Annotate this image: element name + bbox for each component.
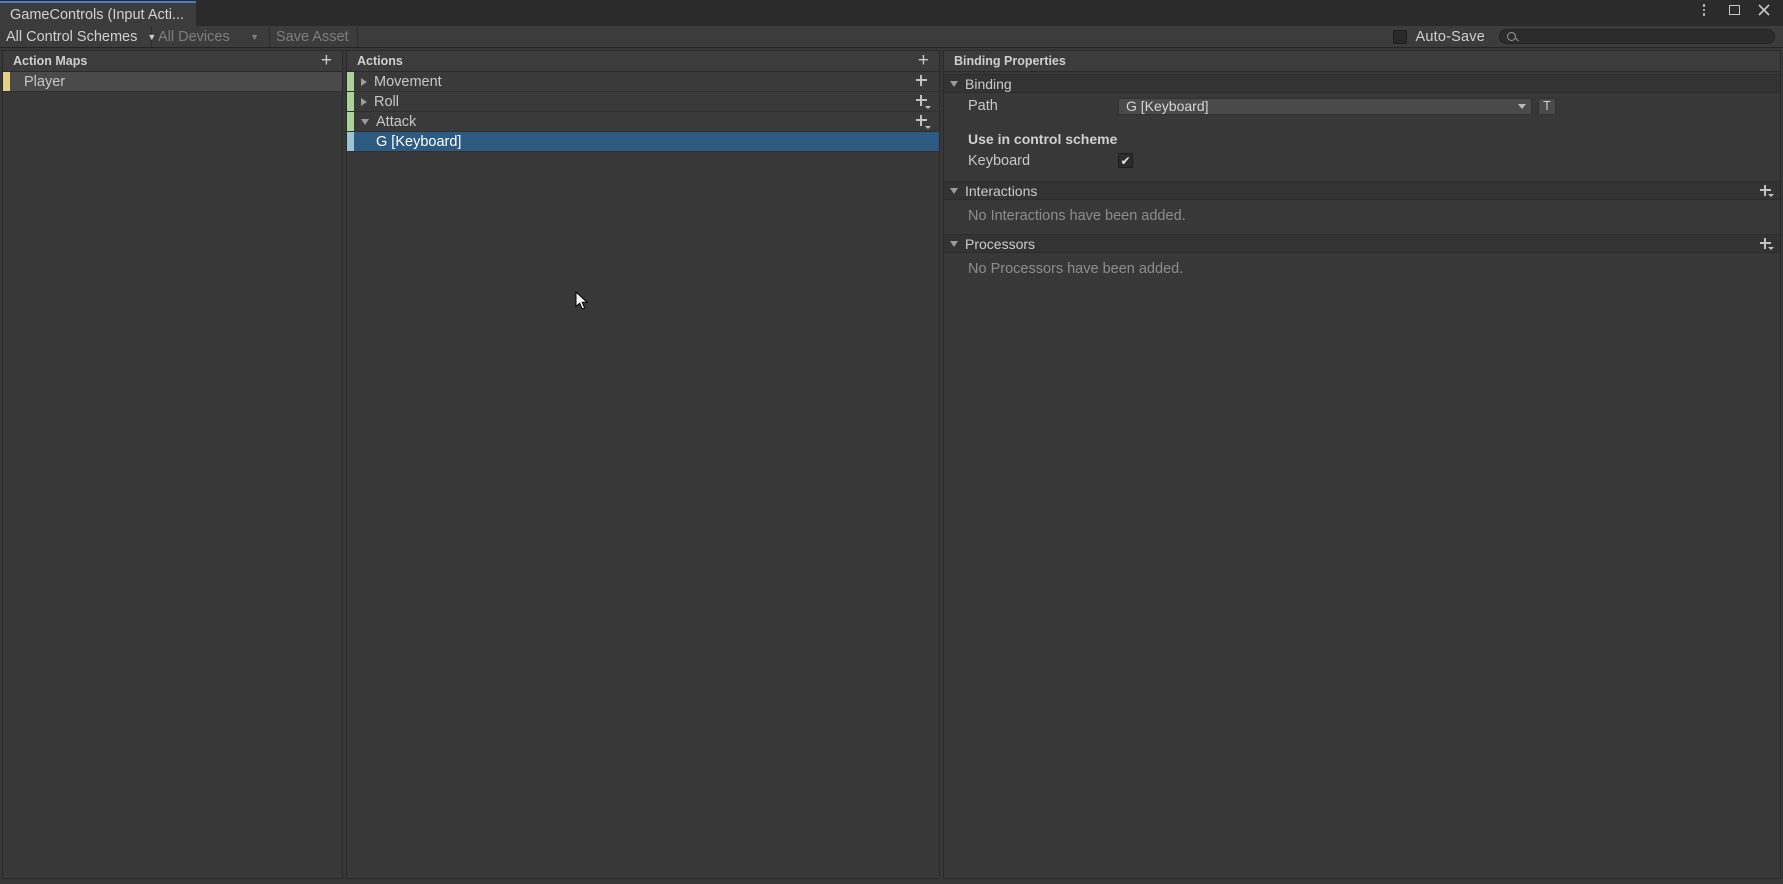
action-accent-bar: [347, 112, 354, 131]
editor-body: Action Maps + Player Actions + Movement …: [0, 48, 1783, 884]
search-field[interactable]: [1499, 29, 1775, 44]
chevron-down-icon[interactable]: [950, 240, 958, 247]
binding-properties-title: Binding Properties: [954, 54, 1066, 68]
action-row-roll[interactable]: Roll: [347, 92, 939, 112]
control-scheme-dropdown[interactable]: All Control Schemes ▼: [0, 26, 156, 47]
actions-header: Actions +: [347, 51, 939, 72]
actions-title: Actions: [357, 54, 403, 68]
tab-gamecontrols[interactable]: GameControls (Input Acti...: [0, 1, 197, 26]
chevron-down-icon[interactable]: [361, 118, 369, 125]
chevron-down-icon[interactable]: [950, 187, 958, 194]
chevron-right-icon[interactable]: [361, 97, 367, 106]
close-icon[interactable]: [1755, 1, 1773, 19]
add-action-button[interactable]: +: [918, 51, 933, 70]
tab-label: GameControls (Input Acti...: [10, 6, 185, 23]
path-dropdown[interactable]: G [Keyboard]: [1118, 97, 1532, 115]
search-icon: [1507, 32, 1516, 41]
add-processor-button[interactable]: [1759, 237, 1774, 251]
chevron-right-icon[interactable]: [361, 77, 367, 86]
chevron-down-icon[interactable]: [950, 80, 958, 87]
action-map-label: Player: [24, 73, 66, 90]
action-row-attack[interactable]: Attack: [347, 112, 939, 132]
action-map-accent-bar: [3, 72, 10, 91]
auto-save-checkbox[interactable]: [1393, 29, 1408, 44]
action-label: Movement: [374, 73, 442, 90]
devices-dropdown[interactable]: All Devices ▼: [152, 26, 270, 47]
actions-panel: Actions + Movement Roll Attack G [Keyboa…: [346, 50, 940, 879]
control-scheme-row-keyboard: Keyboard ✔: [944, 147, 1780, 169]
auto-save-label: Auto-Save: [1415, 28, 1485, 45]
interactions-empty-message: No Interactions have been added.: [968, 208, 1186, 224]
add-interaction-button[interactable]: [1759, 184, 1774, 198]
input-actions-window: GameControls (Input Acti... All Control …: [0, 0, 1783, 884]
action-accent-bar: [347, 72, 354, 91]
section-header-interactions[interactable]: Interactions: [944, 181, 1780, 200]
chevron-down-icon: [1518, 103, 1526, 109]
editor-toolbar: All Control Schemes ▼ All Devices ▼ Save…: [0, 26, 1783, 48]
add-action-map-button[interactable]: +: [321, 51, 336, 70]
path-field-row: Path G [Keyboard] T: [944, 93, 1780, 119]
section-title-processors: Processors: [965, 235, 1036, 252]
path-text-toggle-button[interactable]: T: [1538, 97, 1556, 115]
binding-label: G [Keyboard]: [376, 133, 462, 150]
section-title-binding: Binding: [965, 75, 1012, 92]
save-asset-button[interactable]: Save Asset: [270, 26, 358, 47]
binding-row-g-keyboard[interactable]: G [Keyboard]: [347, 132, 939, 152]
binding-accent-bar: [347, 132, 354, 151]
chevron-down-icon: ▼: [250, 32, 259, 42]
path-value: G [Keyboard]: [1126, 98, 1209, 114]
add-binding-button[interactable]: [915, 114, 932, 130]
action-label: Attack: [376, 113, 417, 130]
use-in-control-scheme-title: Use in control scheme: [968, 131, 1118, 147]
window-tab-bar: GameControls (Input Acti...: [0, 0, 1783, 26]
action-accent-bar: [347, 92, 354, 111]
section-header-binding[interactable]: Binding: [944, 74, 1780, 93]
binding-properties-header: Binding Properties: [944, 51, 1780, 72]
add-binding-button[interactable]: [915, 94, 932, 110]
toolbar-right-group: Auto-Save: [1393, 26, 1783, 47]
section-title-interactions: Interactions: [965, 182, 1038, 199]
processors-empty-message: No Processors have been added.: [968, 261, 1184, 277]
devices-label: All Devices: [158, 28, 230, 45]
binding-properties-panel: Binding Properties Binding Path G [Keybo…: [943, 50, 1781, 879]
control-scheme-label: All Control Schemes: [6, 28, 138, 45]
chevron-down-icon: ▼: [147, 32, 157, 42]
kebab-menu-icon[interactable]: [1695, 1, 1713, 19]
control-scheme-name: Keyboard: [968, 152, 1031, 169]
action-maps-title: Action Maps: [13, 54, 88, 68]
action-map-row-player[interactable]: Player: [3, 72, 342, 92]
window-controls: [1695, 0, 1783, 26]
maximize-icon[interactable]: [1725, 1, 1743, 19]
search-input[interactable]: [1521, 29, 1756, 44]
action-maps-panel: Action Maps + Player: [2, 50, 343, 879]
action-label: Roll: [374, 93, 399, 110]
action-maps-list[interactable]: Player: [3, 72, 342, 878]
actions-list[interactable]: Movement Roll Attack G [Keyboard]: [347, 72, 939, 878]
action-row-movement[interactable]: Movement: [347, 72, 939, 92]
path-label: Path: [968, 98, 998, 114]
add-binding-button[interactable]: [915, 74, 932, 90]
action-maps-header: Action Maps +: [3, 51, 342, 72]
binding-properties-body: Binding Path G [Keyboard] T Use in contr…: [944, 72, 1780, 878]
save-asset-label: Save Asset: [276, 28, 349, 45]
control-scheme-checkbox[interactable]: ✔: [1118, 153, 1133, 168]
section-header-processors[interactable]: Processors: [944, 234, 1780, 253]
